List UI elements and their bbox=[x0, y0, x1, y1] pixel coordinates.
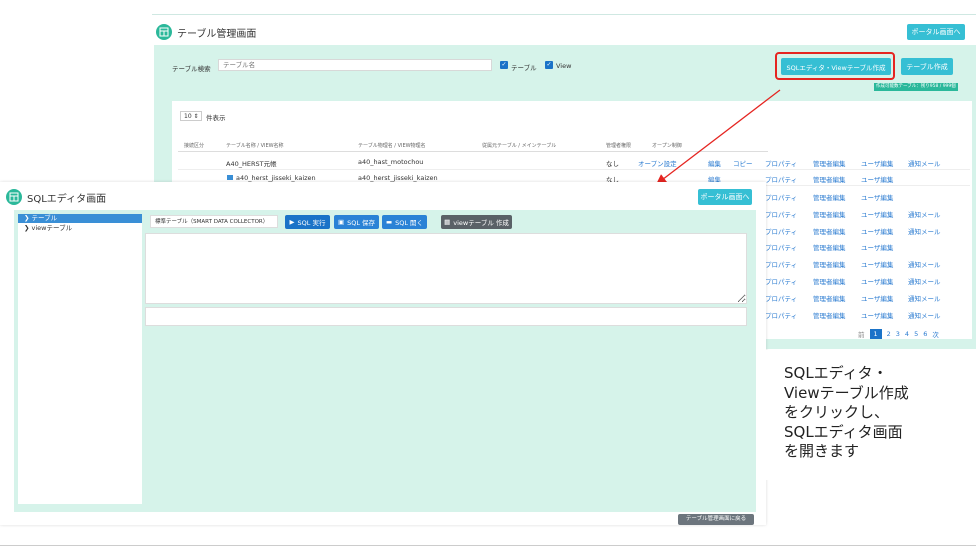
app-logo-icon bbox=[6, 189, 22, 205]
chevron-right-icon: ❯ bbox=[24, 214, 30, 222]
view-table-create-button[interactable]: ▦ viewテーブル 作成 bbox=[441, 215, 512, 229]
tree-item-table[interactable]: ❯ テーブル bbox=[18, 214, 142, 223]
save-icon: ▣ bbox=[337, 218, 345, 226]
page-title: SQLエディタ画面 bbox=[27, 193, 107, 205]
folder-icon: ▬ bbox=[385, 218, 393, 226]
sql-open-label: SQL 開く bbox=[395, 219, 424, 227]
sql-save-label: SQL 保存 bbox=[347, 219, 376, 227]
db-select[interactable]: 標準テーブル（SMART DATA COLLECTOR） bbox=[150, 215, 278, 228]
callout-line: を開きます bbox=[784, 442, 860, 460]
bottom-divider bbox=[0, 545, 976, 546]
sql-open-button[interactable]: ▬ SQL 開く bbox=[382, 215, 427, 229]
portal-button[interactable]: ポータル画面へ bbox=[698, 189, 752, 205]
play-icon: ▶ bbox=[289, 218, 295, 226]
table-icon: ▦ bbox=[444, 218, 451, 226]
tree-item-label: viewテーブル bbox=[31, 224, 73, 232]
sql-run-button[interactable]: ▶ SQL 実行 bbox=[285, 215, 330, 229]
tree-item-label: テーブル bbox=[31, 214, 58, 222]
sql-content-area: ❯ テーブル ❯ viewテーブル 標準テーブル（SMART DATA COLL… bbox=[14, 210, 756, 512]
sql-run-label: SQL 実行 bbox=[297, 219, 326, 227]
sql-window-header: SQLエディタ画面 bbox=[6, 188, 106, 206]
sql-result-area bbox=[145, 307, 747, 326]
back-to-table-button[interactable]: テーブル管理画面に戻る bbox=[678, 514, 754, 525]
view-table-create-label: viewテーブル 作成 bbox=[453, 219, 509, 227]
callout-text: SQLエディタ・ Viewテーブル作成 をクリックし、 SQLエディタ画面 を開… bbox=[784, 364, 909, 462]
sql-editor-window: SQLエディタ画面 ポータル画面へ ❯ テーブル ❯ viewテーブル 標準テー… bbox=[0, 182, 766, 525]
sql-editor-textarea[interactable] bbox=[145, 233, 747, 304]
callout-line: SQLエディタ画面 bbox=[784, 422, 903, 441]
callout-box: SQLエディタ・ Viewテーブル作成 をクリックし、 SQLエディタ画面 を開… bbox=[766, 350, 976, 480]
callout-line: Viewテーブル作成 bbox=[784, 383, 909, 402]
callout-line: をクリックし、 bbox=[784, 403, 890, 421]
sql-save-button[interactable]: ▣ SQL 保存 bbox=[334, 215, 379, 229]
tree-panel: ❯ テーブル ❯ viewテーブル bbox=[18, 214, 142, 504]
callout-line: SQLエディタ・ bbox=[784, 364, 888, 382]
tree-item-view-table[interactable]: ❯ viewテーブル bbox=[18, 224, 142, 233]
chevron-right-icon: ❯ bbox=[24, 224, 30, 232]
